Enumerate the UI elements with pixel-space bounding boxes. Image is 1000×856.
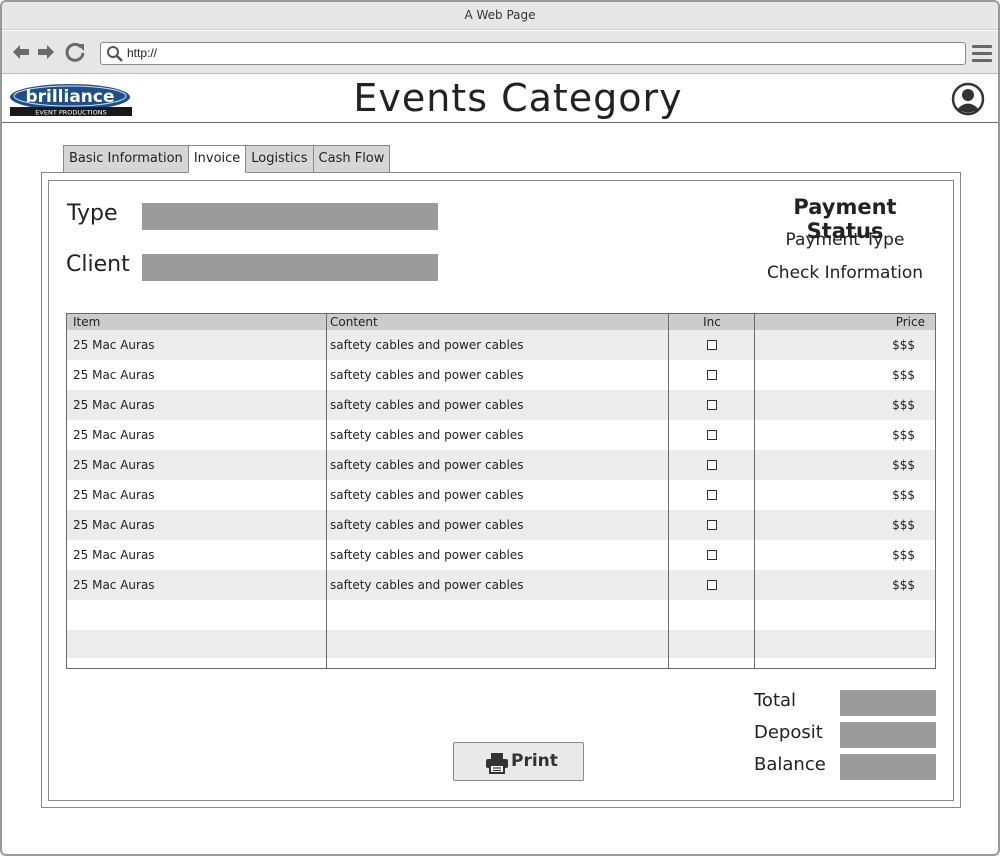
column-divider bbox=[754, 314, 755, 668]
balance-label: Balance bbox=[754, 754, 826, 775]
user-avatar-icon[interactable] bbox=[951, 82, 985, 116]
window-titlebar: A Web Page bbox=[2, 2, 998, 30]
printer-icon bbox=[486, 753, 508, 774]
price-cell: $$$ bbox=[892, 428, 915, 442]
column-divider bbox=[668, 314, 669, 668]
item-cell: 25 Mac Auras bbox=[73, 428, 155, 442]
price-cell: $$$ bbox=[892, 518, 915, 532]
item-cell: 25 Mac Auras bbox=[73, 458, 155, 472]
invoice-table: Item Content Inc Price 25 Mac Auras safte… bbox=[66, 313, 936, 669]
table-row[interactable]: 25 Mac Auras saftety cables and power cab… bbox=[67, 450, 935, 480]
inc-cell bbox=[668, 510, 756, 540]
print-button-label: Print bbox=[511, 751, 558, 771]
price-cell: $$$ bbox=[892, 548, 915, 562]
inc-cell bbox=[668, 540, 756, 570]
item-cell: 25 Mac Auras bbox=[73, 488, 155, 502]
browser-window: A Web Page http:// brilliance EVENT PROD… bbox=[0, 0, 1000, 856]
item-cell: 25 Mac Auras bbox=[73, 338, 155, 352]
column-header-item[interactable]: Item bbox=[73, 314, 323, 330]
content-cell: saftety cables and power cables bbox=[330, 578, 524, 592]
type-field[interactable] bbox=[142, 203, 438, 230]
table-header: Item Content Inc Price bbox=[67, 314, 935, 330]
balance-field[interactable] bbox=[840, 754, 936, 780]
content-cell: saftety cables and power cables bbox=[330, 458, 524, 472]
window-title: A Web Page bbox=[464, 8, 536, 22]
inc-cell bbox=[668, 420, 756, 450]
include-checkbox[interactable] bbox=[707, 429, 717, 440]
total-label: Total bbox=[754, 690, 797, 711]
item-cell: 25 Mac Auras bbox=[73, 548, 155, 562]
tab-invoice[interactable]: Invoice bbox=[187, 145, 247, 173]
tab-logistics[interactable]: Logistics bbox=[245, 145, 314, 173]
total-field[interactable] bbox=[840, 690, 936, 716]
column-header-price[interactable]: Price bbox=[755, 314, 925, 330]
empty-table-row[interactable] bbox=[67, 630, 935, 658]
page-title: Events Category bbox=[353, 76, 683, 120]
content-cell: saftety cables and power cables bbox=[330, 488, 524, 502]
content-cell: saftety cables and power cables bbox=[330, 338, 524, 352]
include-checkbox[interactable] bbox=[707, 459, 717, 470]
deposit-label: Deposit bbox=[754, 722, 823, 743]
table-row[interactable]: 25 Mac Auras saftety cables and power cab… bbox=[67, 360, 935, 390]
print-button[interactable]: Print bbox=[453, 742, 584, 781]
url-text: http:// bbox=[127, 46, 158, 60]
empty-table-row[interactable] bbox=[67, 600, 935, 630]
item-cell: 25 Mac Auras bbox=[73, 368, 155, 382]
table-row[interactable]: 25 Mac Auras saftety cables and power cab… bbox=[67, 420, 935, 450]
check-information-label[interactable]: Check Information bbox=[754, 263, 936, 283]
include-checkbox[interactable] bbox=[707, 399, 717, 410]
reload-icon[interactable] bbox=[64, 41, 86, 63]
inc-cell bbox=[668, 480, 756, 510]
price-cell: $$$ bbox=[892, 578, 915, 592]
back-arrow-icon[interactable] bbox=[10, 41, 32, 63]
column-divider bbox=[326, 314, 327, 668]
price-cell: $$$ bbox=[892, 338, 915, 352]
payment-type-label[interactable]: Payment Type bbox=[754, 230, 936, 250]
price-cell: $$$ bbox=[892, 368, 915, 382]
browser-toolbar: http:// bbox=[2, 31, 998, 74]
content-cell: saftety cables and power cables bbox=[330, 518, 524, 532]
include-checkbox[interactable] bbox=[707, 549, 717, 560]
content-cell: saftety cables and power cables bbox=[330, 398, 524, 412]
price-cell: $$$ bbox=[892, 458, 915, 472]
tab-cash-flow[interactable]: Cash Flow bbox=[312, 145, 391, 173]
item-cell: 25 Mac Auras bbox=[73, 518, 155, 532]
include-checkbox[interactable] bbox=[707, 579, 717, 590]
inc-cell bbox=[668, 570, 756, 600]
inc-cell bbox=[668, 330, 756, 360]
content-cell: saftety cables and power cables bbox=[330, 548, 524, 562]
include-checkbox[interactable] bbox=[707, 489, 717, 500]
client-field[interactable] bbox=[142, 254, 438, 281]
forward-arrow-icon[interactable] bbox=[35, 41, 57, 63]
hamburger-menu-icon[interactable] bbox=[972, 45, 992, 63]
include-checkbox[interactable] bbox=[707, 519, 717, 530]
include-checkbox[interactable] bbox=[707, 339, 717, 350]
tab-basic-information[interactable]: Basic Information bbox=[63, 145, 189, 173]
table-row[interactable]: 25 Mac Auras saftety cables and power cab… bbox=[67, 390, 935, 420]
column-header-content[interactable]: Content bbox=[330, 314, 665, 330]
inc-cell bbox=[668, 360, 756, 390]
address-bar[interactable]: http:// bbox=[100, 42, 966, 65]
page-header: brilliance EVENT PRODUCTIONS Events Cate… bbox=[2, 75, 998, 123]
table-row[interactable]: 25 Mac Auras saftety cables and power cab… bbox=[67, 330, 935, 360]
table-row[interactable]: 25 Mac Auras saftety cables and power cab… bbox=[67, 570, 935, 600]
table-row[interactable]: 25 Mac Auras saftety cables and power cab… bbox=[67, 480, 935, 510]
table-row[interactable]: 25 Mac Auras saftety cables and power cab… bbox=[67, 510, 935, 540]
type-label: Type bbox=[67, 201, 118, 226]
search-icon bbox=[107, 46, 123, 62]
client-label: Client bbox=[66, 252, 130, 277]
item-cell: 25 Mac Auras bbox=[73, 578, 155, 592]
content-cell: saftety cables and power cables bbox=[330, 368, 524, 382]
price-cell: $$$ bbox=[892, 398, 915, 412]
tab-bar: Basic Information Invoice Logistics Cash… bbox=[63, 145, 391, 173]
item-cell: 25 Mac Auras bbox=[73, 398, 155, 412]
deposit-field[interactable] bbox=[840, 722, 936, 748]
inc-cell bbox=[668, 450, 756, 480]
include-checkbox[interactable] bbox=[707, 369, 717, 380]
table-row[interactable]: 25 Mac Auras saftety cables and power cab… bbox=[67, 540, 935, 570]
column-header-inc[interactable]: Inc bbox=[668, 314, 756, 330]
inc-cell bbox=[668, 390, 756, 420]
price-cell: $$$ bbox=[892, 488, 915, 502]
content-cell: saftety cables and power cables bbox=[330, 428, 524, 442]
